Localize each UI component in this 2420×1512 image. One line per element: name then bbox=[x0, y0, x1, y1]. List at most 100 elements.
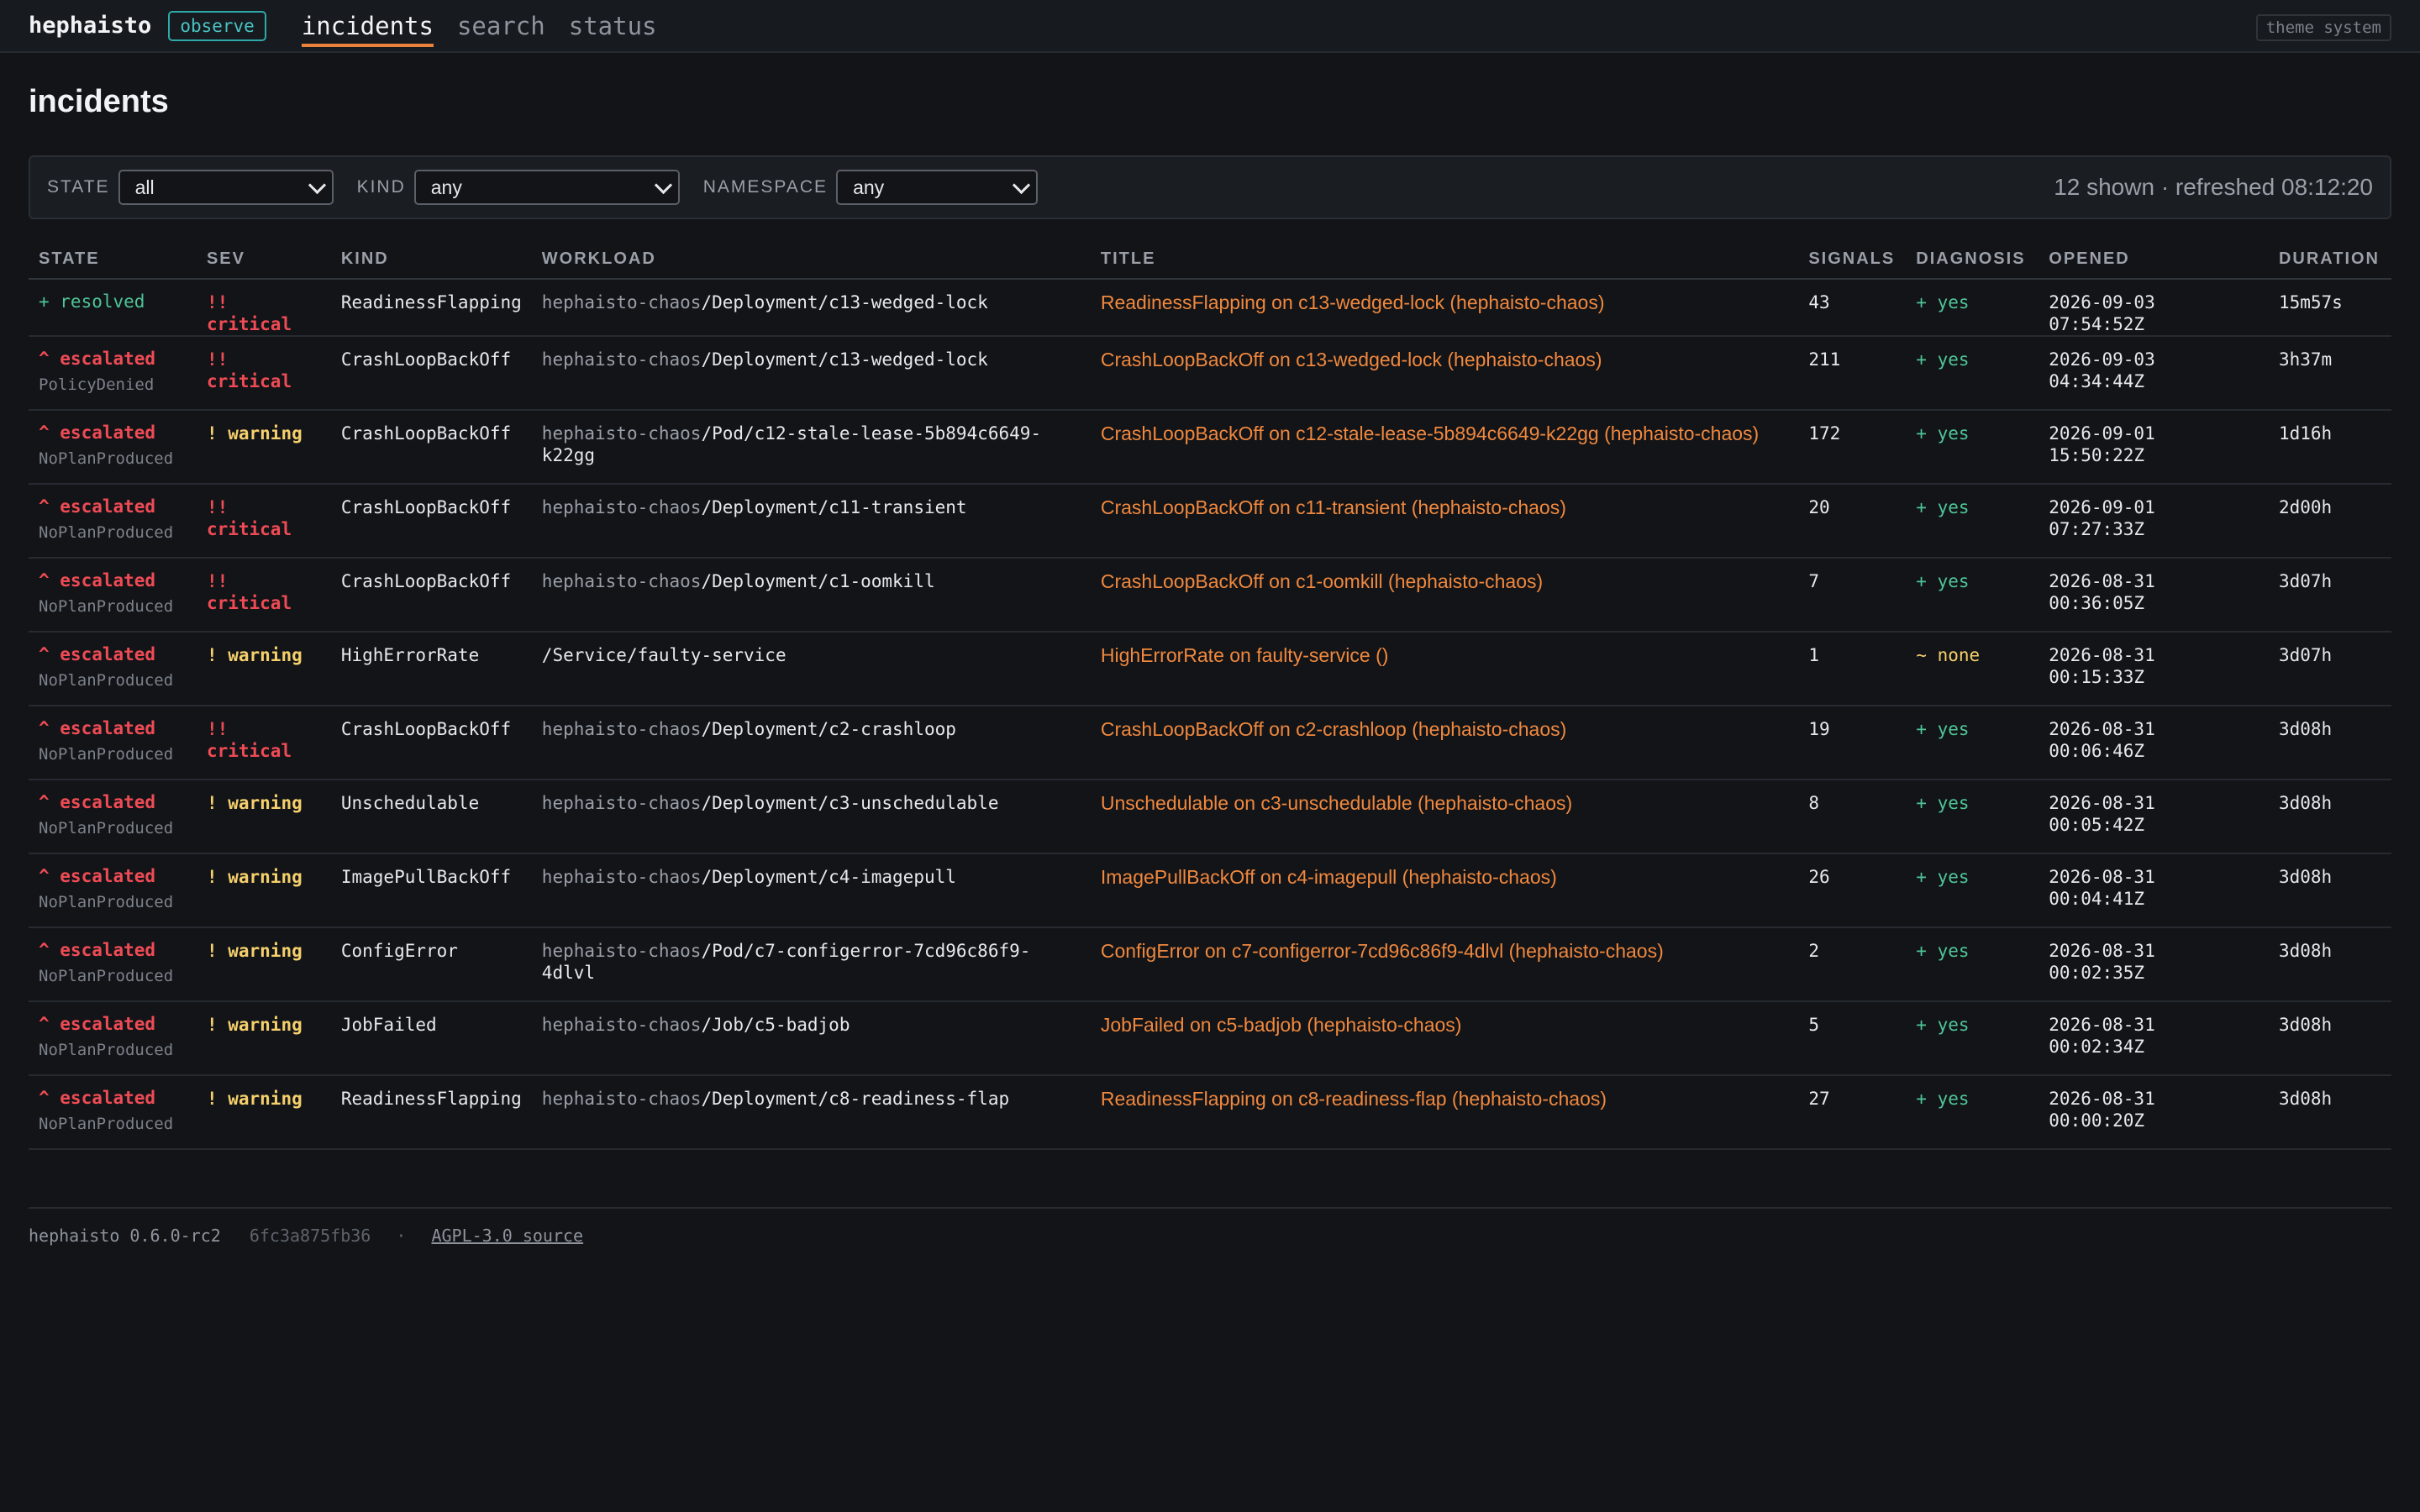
table-row[interactable]: ^ escalated NoPlanProduced ! warning Readin… bbox=[29, 1075, 2391, 1150]
kind-filter-select[interactable]: any bbox=[413, 170, 680, 205]
table-row[interactable]: ^ escalated NoPlanProduced ! warning Unsche… bbox=[29, 780, 2391, 854]
namespace-filter-label: NAMESPACE bbox=[702, 177, 829, 197]
cell-opened: 2026-08-31 00:36:05Z bbox=[2039, 558, 2269, 633]
kind-value: ImagePullBackOff bbox=[340, 867, 512, 887]
incident-title-link[interactable]: CrashLoopBackOff on c13-wedged-lock (hep… bbox=[1101, 349, 1602, 370]
cell-kind: CrashLoopBackOff bbox=[330, 558, 532, 633]
workload-path: /Deployment/c8-readiness-flap bbox=[701, 1089, 1010, 1109]
column-header-opened[interactable]: OPENED bbox=[2039, 239, 2269, 280]
tab-status[interactable]: status bbox=[569, 0, 657, 52]
cell-signals: 20 bbox=[1798, 484, 1907, 559]
workload-path: /Deployment/c1-oomkill bbox=[701, 571, 935, 591]
cell-title: CrashLoopBackOff on c11-transient (hepha… bbox=[1090, 484, 1799, 559]
cell-workload: hephaisto-chaos/Deployment/c13-wedged-lo… bbox=[531, 336, 1091, 411]
table-row[interactable]: ^ escalated NoPlanProduced ! warning JobFai… bbox=[29, 1001, 2391, 1076]
cell-title: ConfigError on c7-configerror-7cd96c86f9… bbox=[1090, 927, 1799, 1002]
table-row[interactable]: ^ escalated NoPlanProduced !! critical Cras… bbox=[29, 706, 2391, 780]
incident-title-link[interactable]: CrashLoopBackOff on c1-oomkill (hephaist… bbox=[1101, 570, 1543, 592]
kind-value: JobFailed bbox=[340, 1015, 437, 1035]
cell-kind: ImagePullBackOff bbox=[330, 853, 532, 928]
table-row[interactable]: ^ escalated PolicyDenied !! critical CrashL… bbox=[29, 336, 2391, 411]
state-value: ^ escalated bbox=[39, 349, 156, 369]
cell-diagnosis: + yes bbox=[1906, 410, 2039, 485]
cell-title: CrashLoopBackOff on c1-oomkill (hephaist… bbox=[1090, 558, 1799, 633]
brand-logo[interactable]: hephaisto bbox=[29, 13, 151, 39]
kind-value: CrashLoopBackOff bbox=[340, 423, 512, 444]
cell-state: ^ escalated PolicyDenied bbox=[29, 336, 197, 411]
state-filter-select[interactable]: all bbox=[118, 170, 334, 205]
column-header-state[interactable]: STATE bbox=[29, 239, 197, 280]
cell-state: ^ escalated NoPlanProduced bbox=[29, 1001, 197, 1076]
tab-incidents[interactable]: incidents bbox=[301, 0, 434, 52]
table-row[interactable]: ^ escalated NoPlanProduced ! warning Config… bbox=[29, 927, 2391, 1002]
table-row[interactable]: ^ escalated NoPlanProduced !! critical Cras… bbox=[29, 484, 2391, 559]
cell-sev: ! warning bbox=[196, 632, 331, 706]
state-reason: NoPlanProduced bbox=[39, 893, 174, 911]
tab-search[interactable]: search bbox=[457, 0, 545, 52]
column-header-duration[interactable]: DURATION bbox=[2268, 239, 2391, 280]
footer: hephaisto 0.6.0-rc2 6fc3a875fb36 · AGPL-… bbox=[29, 1207, 2391, 1246]
opened-timestamp: 2026-09-01 07:27:33Z bbox=[2049, 497, 2155, 539]
column-header-sev[interactable]: SEV bbox=[196, 239, 331, 280]
cell-sev: ! warning bbox=[196, 410, 331, 485]
incident-title-link[interactable]: ConfigError on c7-configerror-7cd96c86f9… bbox=[1101, 940, 1664, 962]
cell-workload: hephaisto-chaos/Job/c5-badjob bbox=[531, 1001, 1091, 1076]
table-row[interactable]: ^ escalated NoPlanProduced !! critical Cras… bbox=[29, 558, 2391, 633]
cell-signals: 8 bbox=[1798, 780, 1907, 854]
incident-title-link[interactable]: CrashLoopBackOff on c12-stale-lease-5b89… bbox=[1101, 423, 1759, 444]
column-header-kind[interactable]: KIND bbox=[330, 239, 532, 280]
incident-title-link[interactable]: Unschedulable on c3-unschedulable (hepha… bbox=[1101, 792, 1572, 814]
kind-filter-value: any bbox=[430, 176, 462, 198]
column-header-title[interactable]: TITLE bbox=[1090, 239, 1799, 280]
incident-title-link[interactable]: CrashLoopBackOff on c2-crashloop (hephai… bbox=[1101, 718, 1566, 740]
cell-sev: !! critical bbox=[196, 558, 331, 633]
state-reason: NoPlanProduced bbox=[39, 671, 174, 690]
mode-badge: observe bbox=[168, 10, 266, 41]
column-header-signals[interactable]: SIGNALS bbox=[1798, 239, 1907, 280]
kind-value: ReadinessFlapping bbox=[340, 1089, 522, 1109]
cell-sev: ! warning bbox=[196, 853, 331, 928]
opened-timestamp: 2026-08-31 00:05:42Z bbox=[2049, 793, 2155, 835]
cell-kind: HighErrorRate bbox=[330, 632, 532, 706]
state-value: ^ escalated bbox=[39, 1088, 156, 1108]
workload-value: /Service/faulty-service bbox=[542, 645, 786, 665]
incident-title-link[interactable]: CrashLoopBackOff on c11-transient (hepha… bbox=[1101, 496, 1566, 518]
namespace-filter-select[interactable]: any bbox=[836, 170, 1039, 205]
signals-count: 19 bbox=[1808, 719, 1830, 739]
top-bar: hephaisto observe incidents search statu… bbox=[0, 0, 2420, 53]
cell-state: ^ escalated NoPlanProduced bbox=[29, 780, 197, 854]
incident-title-link[interactable]: ReadinessFlapping on c13-wedged-lock (he… bbox=[1101, 291, 1605, 313]
cell-duration: 1d16h bbox=[2268, 410, 2391, 485]
duration-value: 15m57s bbox=[2278, 292, 2343, 312]
workload-value: hephaisto-chaos/Deployment/c1-oomkill bbox=[542, 571, 935, 591]
table-row[interactable]: ^ escalated NoPlanProduced ! warning CrashL… bbox=[29, 410, 2391, 485]
incident-title-link[interactable]: HighErrorRate on faulty-service () bbox=[1101, 644, 1389, 666]
cell-duration: 3d07h bbox=[2268, 632, 2391, 706]
signals-count: 1 bbox=[1808, 645, 1819, 665]
cell-sev: ! warning bbox=[196, 1001, 331, 1076]
column-header-workload[interactable]: WORKLOAD bbox=[531, 239, 1091, 280]
cell-workload: hephaisto-chaos/Deployment/c13-wedged-lo… bbox=[531, 279, 1091, 337]
cell-state: ^ escalated NoPlanProduced bbox=[29, 558, 197, 633]
cell-signals: 27 bbox=[1798, 1075, 1907, 1150]
incident-title-link[interactable]: ImagePullBackOff on c4-imagepull (hephai… bbox=[1101, 866, 1557, 888]
cell-workload: hephaisto-chaos/Deployment/c1-oomkill bbox=[531, 558, 1091, 633]
signals-count: 211 bbox=[1808, 349, 1841, 370]
state-reason: NoPlanProduced bbox=[39, 967, 174, 985]
cell-duration: 3d07h bbox=[2268, 558, 2391, 633]
kind-value: ConfigError bbox=[340, 941, 458, 961]
incident-title-link[interactable]: ReadinessFlapping on c8-readiness-flap (… bbox=[1101, 1088, 1607, 1110]
source-link[interactable]: AGPL-3.0 source bbox=[431, 1226, 583, 1246]
workload-value: hephaisto-chaos/Deployment/c13-wedged-lo… bbox=[542, 292, 988, 312]
column-header-diagnosis[interactable]: DIAGNOSIS bbox=[1906, 239, 2039, 280]
cell-sev: !! critical bbox=[196, 484, 331, 559]
table-row[interactable]: ^ escalated NoPlanProduced ! warning HighEr… bbox=[29, 632, 2391, 706]
table-row[interactable]: + resolved !! critical ReadinessFlapping he… bbox=[29, 279, 2391, 337]
theme-toggle-button[interactable]: theme system bbox=[2255, 14, 2391, 41]
footer-version: hephaisto 0.6.0-rc2 bbox=[29, 1226, 221, 1246]
incident-title-link[interactable]: JobFailed on c5-badjob (hephaisto-chaos) bbox=[1101, 1014, 1462, 1036]
cell-state: ^ escalated NoPlanProduced bbox=[29, 484, 197, 559]
signals-count: 7 bbox=[1808, 571, 1819, 591]
table-row[interactable]: ^ escalated NoPlanProduced ! warning ImageP… bbox=[29, 853, 2391, 928]
duration-value: 1d16h bbox=[2278, 423, 2333, 444]
